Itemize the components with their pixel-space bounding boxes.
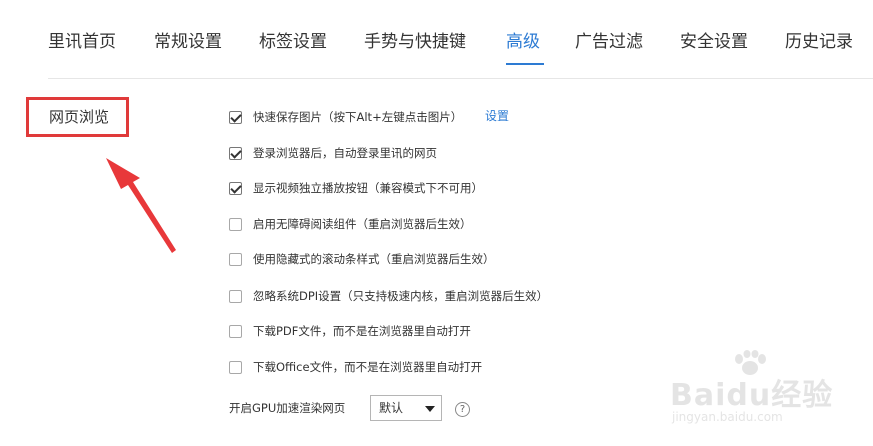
checkbox[interactable] (229, 360, 242, 374)
tab-advanced[interactable]: 高级 (506, 30, 540, 54)
arrow-shape (106, 158, 176, 253)
settings-tab-bar: 里讯首页 常规设置 标签设置 手势与快捷键 高级 广告过滤 安全设置 历史记录 (48, 0, 873, 79)
chevron-down-icon (425, 406, 435, 412)
watermark-brand-latin: Bai (670, 378, 727, 413)
checkbox[interactable] (229, 217, 242, 231)
option-video-play-button[interactable]: 显示视频独立播放按钮（兼容模式下不可用） (229, 179, 483, 197)
checkbox[interactable] (229, 146, 242, 160)
checkbox[interactable] (229, 110, 242, 124)
tab-security[interactable]: 安全设置 (680, 30, 748, 54)
option-label: 快速保存图片（按下Alt+左键点击图片） (253, 110, 463, 124)
tab-home[interactable]: 里讯首页 (48, 30, 116, 54)
watermark-brand-cn: 经验 (771, 378, 834, 413)
watermark-brand: Baidu经验 (670, 378, 834, 413)
watermark-url: jingyan.baidu.com (672, 410, 783, 424)
checkbox[interactable] (229, 289, 242, 303)
option-label: 登录浏览器后，自动登录里讯的网页 (253, 146, 437, 160)
tab-tabs-settings[interactable]: 标签设置 (259, 30, 327, 54)
option-label: 下载Office文件，而不是在浏览器里自动打开 (253, 360, 483, 374)
option-accessibility-reader[interactable]: 启用无障碍阅读组件（重启浏览器后生效） (229, 215, 472, 233)
option-auto-login[interactable]: 登录浏览器后，自动登录里讯的网页 (229, 144, 437, 162)
option-quick-save-image[interactable]: 快速保存图片（按下Alt+左键点击图片） (229, 108, 462, 126)
checkbox[interactable] (229, 252, 242, 266)
help-icon[interactable]: ? (455, 402, 470, 417)
option-download-office[interactable]: 下载Office文件，而不是在浏览器里自动打开 (229, 358, 482, 376)
option-label: 忽略系统DPI设置（只支持极速内核，重启浏览器后生效） (253, 289, 549, 303)
option-download-pdf[interactable]: 下载PDF文件，而不是在浏览器里自动打开 (229, 322, 471, 340)
gpu-mode-value: 默认 (379, 401, 404, 415)
gpu-mode-select[interactable]: 默认 (370, 395, 442, 421)
option-label: 启用无障碍阅读组件（重启浏览器后生效） (253, 217, 472, 231)
tab-gestures-shortcuts[interactable]: 手势与快捷键 (364, 30, 466, 54)
option-label: 使用隐藏式的滚动条样式（重启浏览器后生效） (253, 252, 495, 266)
option-ignore-dpi[interactable]: 忽略系统DPI设置（只支持极速内核，重启浏览器后生效） (229, 287, 548, 305)
section-label-web-browsing: 网页浏览 (26, 97, 129, 137)
settings-link[interactable]: 设置 (485, 107, 509, 124)
option-label: 下载PDF文件，而不是在浏览器里自动打开 (253, 324, 471, 338)
option-label: 显示视频独立播放按钮（兼容模式下不可用） (253, 181, 483, 195)
tab-ad-filter[interactable]: 广告过滤 (575, 30, 643, 54)
option-hidden-scrollbar[interactable]: 使用隐藏式的滚动条样式（重启浏览器后生效） (229, 250, 495, 268)
tab-general[interactable]: 常规设置 (154, 30, 222, 54)
checkbox[interactable] (229, 324, 242, 338)
tab-history[interactable]: 历史记录 (785, 30, 853, 54)
gpu-acceleration-label: 开启GPU加速渲染网页 (229, 401, 346, 415)
checkbox[interactable] (229, 181, 242, 195)
active-tab-indicator (506, 63, 544, 65)
